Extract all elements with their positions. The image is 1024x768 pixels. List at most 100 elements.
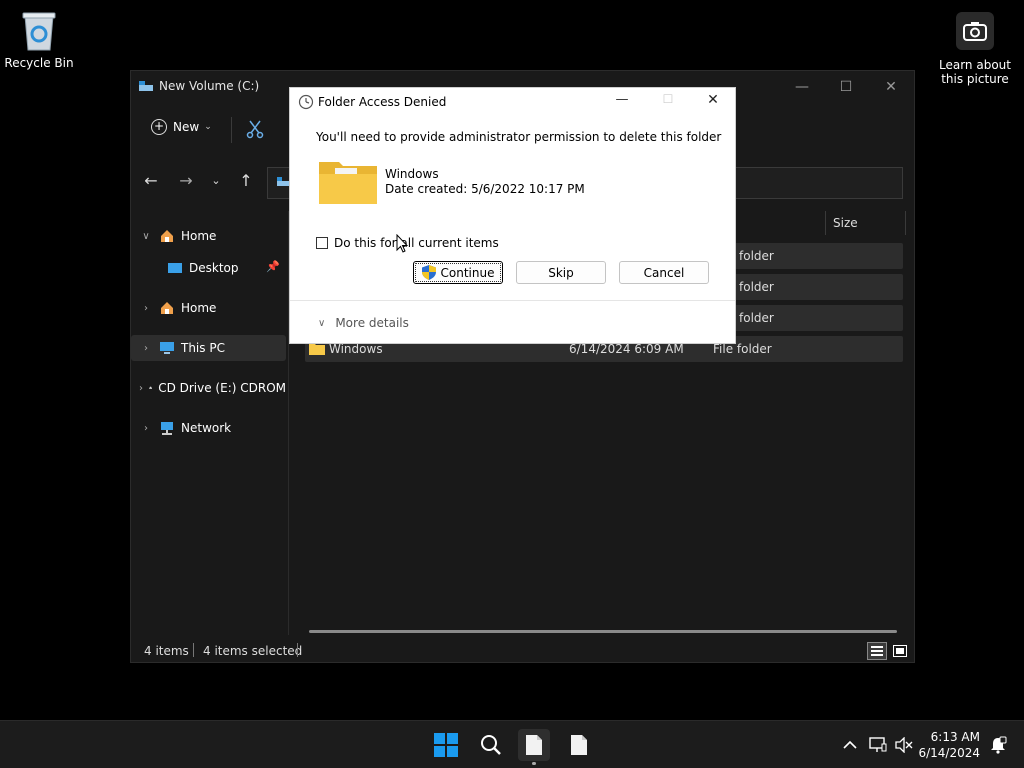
- home-icon: [161, 230, 173, 242]
- chevron-up-icon: [843, 740, 857, 749]
- close-button[interactable]: ✕: [880, 77, 902, 97]
- pin-icon: 📌: [266, 260, 280, 273]
- more-details-toggle[interactable]: ∨ More details: [318, 316, 409, 330]
- show-hidden-icons-button[interactable]: [835, 729, 865, 761]
- cut-button[interactable]: [245, 119, 267, 141]
- recent-locations-button[interactable]: ⌄: [204, 167, 228, 195]
- search-button[interactable]: [475, 729, 507, 761]
- recycle-bin-label: Recycle Bin: [4, 56, 74, 70]
- sidebar-item-label: This PC: [181, 341, 225, 355]
- chevron-right-icon[interactable]: ›: [139, 423, 153, 434]
- taskbar-clock[interactable]: 6:13 AM 6/14/2024: [918, 729, 980, 761]
- plus-icon: +: [151, 119, 167, 135]
- status-divider: [193, 643, 194, 657]
- taskbar: 6:13 AM 6/14/2024: [0, 720, 1024, 768]
- clock-time: 6:13 AM: [930, 730, 980, 744]
- minimize-button[interactable]: —: [791, 77, 813, 97]
- cancel-label: Cancel: [643, 265, 685, 280]
- computer-icon: [160, 342, 174, 354]
- recycle-bin-icon: [22, 12, 56, 51]
- row-type: folder: [739, 249, 774, 263]
- sidebar-item-label: CD Drive (E:) CDROM: [158, 381, 286, 395]
- recycle-bin-desktop-icon[interactable]: Recycle Bin: [4, 10, 74, 70]
- forward-button[interactable]: →: [174, 167, 198, 195]
- network-icon: [161, 422, 173, 435]
- dialog-maximize-button: ☐: [662, 92, 674, 106]
- divider: [231, 117, 232, 143]
- clock-date: 6/14/2024: [918, 746, 980, 760]
- status-bar: 4 items 4 items selected: [131, 639, 914, 663]
- sidebar-item-home-2[interactable]: › Home: [131, 295, 286, 321]
- status-divider: [297, 643, 298, 657]
- volume-button[interactable]: [890, 729, 918, 761]
- chevron-right-icon[interactable]: ›: [139, 303, 153, 314]
- continue-label: Continue: [440, 265, 495, 280]
- horizontal-scrollbar[interactable]: [309, 630, 897, 633]
- taskbar-app-file-1[interactable]: [518, 729, 550, 765]
- sidebar-item-label: Home: [181, 229, 217, 243]
- item-count: 4 items: [144, 644, 189, 658]
- chevron-down-icon: ⌄: [204, 122, 212, 132]
- up-button[interactable]: ↑: [234, 167, 258, 195]
- row-name: Windows: [329, 342, 383, 356]
- desktop-icon: [168, 263, 182, 273]
- sidebar-item-label: Desktop: [189, 261, 239, 275]
- learn-about-picture-label-1: Learn about: [939, 58, 1011, 72]
- maximize-button[interactable]: ☐: [835, 77, 857, 97]
- tiles-view-button[interactable]: [891, 642, 909, 660]
- folder-date-created: Date created: 5/6/2022 10:17 PM: [385, 182, 585, 196]
- sidebar-item-desktop[interactable]: Desktop 📌: [131, 255, 286, 281]
- chevron-right-icon[interactable]: ›: [139, 383, 143, 394]
- more-details-label: More details: [335, 316, 409, 330]
- cancel-button[interactable]: Cancel: [619, 261, 709, 284]
- mouse-cursor-icon: [396, 234, 408, 253]
- checkbox-label: Do this for all current items: [334, 236, 499, 250]
- dialog-divider: [290, 300, 735, 301]
- sidebar-item-this-pc[interactable]: › This PC: [131, 335, 286, 361]
- back-button[interactable]: ←: [139, 167, 163, 195]
- skip-label: Skip: [548, 265, 574, 280]
- row-type: folder: [739, 280, 774, 294]
- network-wired-icon: [869, 737, 887, 752]
- continue-button[interactable]: Continue: [413, 261, 503, 284]
- details-view-button[interactable]: [867, 642, 887, 660]
- learn-about-picture-label-2: this picture: [941, 72, 1009, 86]
- explorer-title: New Volume (C:): [159, 79, 260, 93]
- checkbox-box[interactable]: [316, 237, 328, 249]
- windows-logo-icon: [434, 733, 458, 757]
- new-button[interactable]: + New ⌄: [151, 119, 212, 135]
- column-divider: [905, 211, 906, 235]
- sidebar-item-network[interactable]: › Network: [131, 415, 286, 441]
- drive-icon: [139, 81, 153, 91]
- network-status-button[interactable]: [864, 729, 892, 761]
- notifications-button[interactable]: [984, 729, 1012, 761]
- sidebar-item-home[interactable]: ∨ Home: [131, 223, 286, 249]
- dialog-title: Folder Access Denied: [318, 95, 447, 109]
- clock-icon: [298, 94, 314, 110]
- dialog-message: You'll need to provide administrator per…: [316, 130, 722, 144]
- learn-about-picture-desktop-icon[interactable]: Learn about this picture: [936, 12, 1014, 86]
- uac-shield-icon: [421, 265, 436, 280]
- dialog-minimize-button[interactable]: —: [612, 92, 632, 110]
- selected-count: 4 items selected: [203, 644, 303, 658]
- cd-drive-icon: [149, 386, 152, 389]
- chevron-down-icon: ∨: [318, 317, 326, 329]
- column-header-size[interactable]: Size: [833, 211, 858, 235]
- search-icon: [481, 735, 501, 755]
- taskbar-app-file-2[interactable]: [563, 729, 595, 761]
- scissors-icon: [246, 120, 264, 139]
- volume-muted-icon: [895, 737, 913, 753]
- file-icon: [526, 735, 542, 755]
- chevron-right-icon[interactable]: ›: [139, 343, 153, 354]
- dialog-close-button[interactable]: ✕: [703, 92, 723, 110]
- navigation-pane: ∨ Home Desktop 📌 › Home › This PC › CD D…: [131, 211, 289, 635]
- sidebar-item-cd-drive[interactable]: › CD Drive (E:) CDROM: [131, 375, 286, 401]
- skip-button[interactable]: Skip: [516, 261, 606, 284]
- row-type: File folder: [713, 342, 772, 356]
- folder-icon: [319, 162, 377, 204]
- start-button[interactable]: [430, 729, 462, 761]
- details-view-icon: [871, 646, 883, 656]
- column-divider: [825, 211, 826, 235]
- chevron-down-icon[interactable]: ∨: [139, 231, 153, 242]
- row-type: folder: [739, 311, 774, 325]
